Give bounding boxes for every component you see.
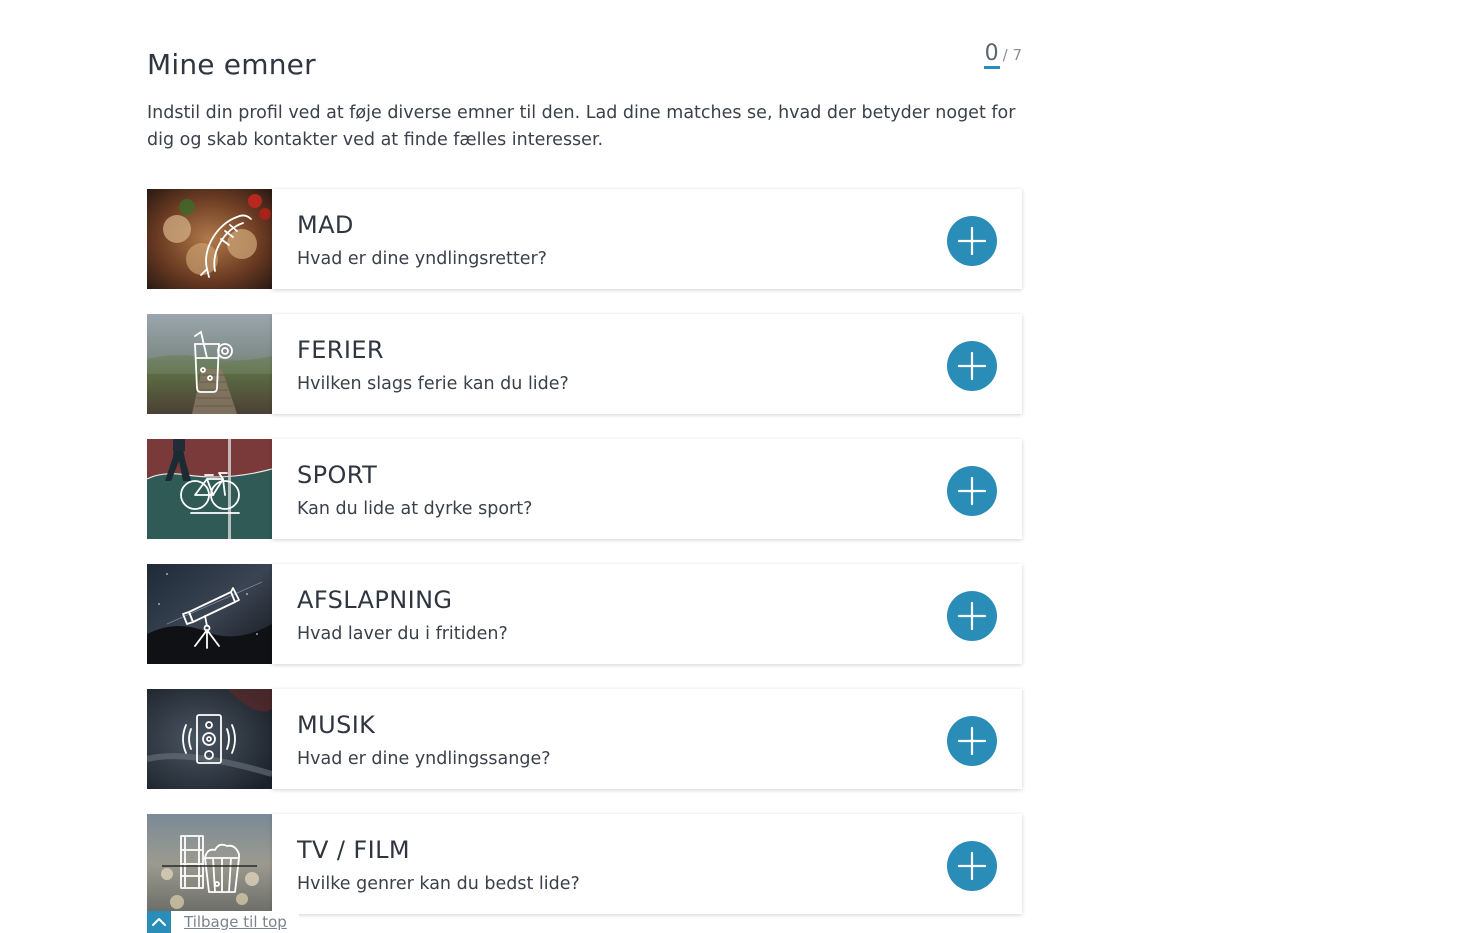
topic-item-tv-film[interactable]: TV / FILM Hvilke genrer kan du bedst lid… bbox=[147, 814, 1022, 914]
topic-item-ferier[interactable]: FERIER Hvilken slags ferie kan du lide? bbox=[147, 314, 1022, 414]
counter-current: 0 bbox=[983, 42, 1000, 69]
topic-question: Hvad laver du i fritiden? bbox=[297, 624, 508, 644]
topic-item-musik[interactable]: MUSIK Hvad er dine yndlingssange? bbox=[147, 689, 1022, 789]
page: Mine emner 0/ 7 Indstil din profil ved a… bbox=[0, 0, 1477, 933]
topic-name: FERIER bbox=[297, 336, 384, 364]
plus-icon bbox=[957, 726, 987, 756]
plus-icon bbox=[957, 851, 987, 881]
topic-question: Hvilken slags ferie kan du lide? bbox=[297, 374, 569, 394]
plus-icon bbox=[957, 601, 987, 631]
topic-card: TV / FILM Hvilke genrer kan du bedst lid… bbox=[272, 814, 1022, 914]
topic-question: Hvad er dine yndlingsretter? bbox=[297, 249, 547, 269]
add-topic-button[interactable] bbox=[947, 216, 997, 266]
topic-list: MAD Hvad er dine yndlingsretter? FERIER … bbox=[147, 189, 1022, 933]
topic-name: SPORT bbox=[297, 461, 378, 489]
telescope-icon bbox=[147, 564, 272, 664]
topic-name: MAD bbox=[297, 211, 354, 239]
topic-name: TV / FILM bbox=[297, 836, 410, 864]
add-topic-button[interactable] bbox=[947, 466, 997, 516]
back-to-top-link[interactable]: Tilbage til top bbox=[184, 913, 287, 931]
cocktail-drink-icon bbox=[147, 314, 272, 414]
add-topic-button[interactable] bbox=[947, 716, 997, 766]
topic-item-sport[interactable]: SPORT Kan du lide at dyrke sport? bbox=[147, 439, 1022, 539]
topic-thumbnail bbox=[147, 439, 272, 539]
topic-thumbnail bbox=[147, 189, 272, 289]
speaker-icon bbox=[147, 689, 272, 789]
topic-item-mad[interactable]: MAD Hvad er dine yndlingsretter? bbox=[147, 189, 1022, 289]
shrimp-food-icon bbox=[147, 189, 272, 289]
add-topic-button[interactable] bbox=[947, 591, 997, 641]
plus-icon bbox=[957, 476, 987, 506]
plus-icon bbox=[957, 351, 987, 381]
section-title: Mine emner bbox=[147, 48, 316, 81]
topic-question: Hvad er dine yndlingssange? bbox=[297, 749, 551, 769]
topic-card: FERIER Hvilken slags ferie kan du lide? bbox=[272, 314, 1022, 414]
back-to-top[interactable]: Tilbage til top bbox=[147, 911, 299, 933]
topic-name: MUSIK bbox=[297, 711, 376, 739]
topic-card: MUSIK Hvad er dine yndlingssange? bbox=[272, 689, 1022, 789]
topic-item-afslapning[interactable]: AFSLAPNING Hvad laver du i fritiden? bbox=[147, 564, 1022, 664]
chevron-up-icon[interactable] bbox=[147, 911, 171, 933]
topic-card: SPORT Kan du lide at dyrke sport? bbox=[272, 439, 1022, 539]
topics-section: Mine emner 0/ 7 Indstil din profil ved a… bbox=[147, 40, 1022, 154]
topics-counter: 0/ 7 bbox=[983, 42, 1022, 69]
topic-thumbnail bbox=[147, 689, 272, 789]
section-description: Indstil din profil ved at føje diverse e… bbox=[147, 103, 1016, 150]
film-popcorn-icon bbox=[147, 814, 272, 914]
topic-card: AFSLAPNING Hvad laver du i fritiden? bbox=[272, 564, 1022, 664]
topic-thumbnail bbox=[147, 564, 272, 664]
topic-thumbnail bbox=[147, 314, 272, 414]
plus-icon bbox=[957, 226, 987, 256]
counter-total: / 7 bbox=[1002, 46, 1022, 64]
bicycle-icon bbox=[147, 439, 272, 539]
topic-card: MAD Hvad er dine yndlingsretter? bbox=[272, 189, 1022, 289]
add-topic-button[interactable] bbox=[947, 841, 997, 891]
add-topic-button[interactable] bbox=[947, 341, 997, 391]
section-header: Mine emner 0/ 7 bbox=[147, 40, 1022, 88]
topic-name: AFSLAPNING bbox=[297, 586, 453, 614]
topic-question: Kan du lide at dyrke sport? bbox=[297, 499, 533, 519]
topic-question: Hvilke genrer kan du bedst lide? bbox=[297, 874, 580, 894]
topic-thumbnail bbox=[147, 814, 272, 914]
